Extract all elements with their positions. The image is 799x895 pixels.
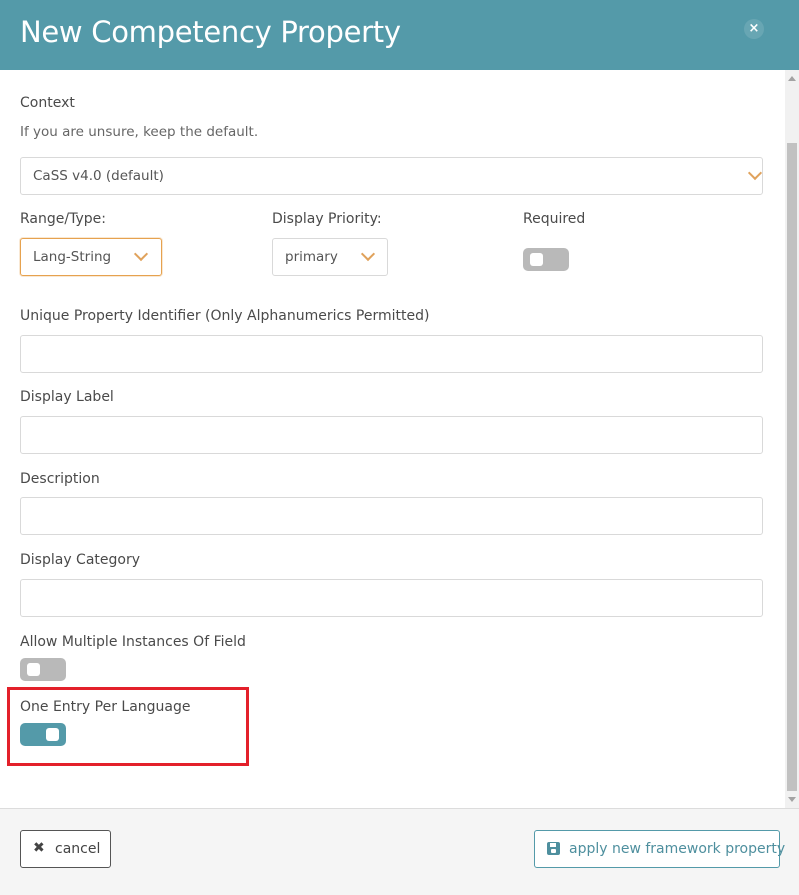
- display-category-input[interactable]: [20, 579, 763, 617]
- description-input[interactable]: [20, 497, 763, 535]
- toggle-knob: [27, 663, 40, 676]
- range-type-label: Range/Type:: [20, 211, 106, 227]
- display-priority-select-value: primary: [285, 249, 338, 265]
- unique-id-label: Unique Property Identifier (Only Alphanu…: [20, 308, 430, 324]
- apply-button-label: apply new framework property: [569, 841, 786, 857]
- save-icon: [547, 842, 560, 855]
- one-entry-per-language-label: One Entry Per Language: [20, 699, 191, 715]
- display-priority-select[interactable]: primary: [272, 238, 388, 276]
- apply-new-framework-property-button[interactable]: apply new framework property: [534, 830, 785, 868]
- display-label-label: Display Label: [20, 389, 114, 405]
- chevron-down-icon: [133, 246, 149, 262]
- dialog-header: New Competency Property ×: [0, 0, 799, 70]
- dialog-title: New Competency Property: [20, 15, 401, 49]
- cancel-button[interactable]: ✖ cancel: [20, 830, 111, 868]
- unique-id-input[interactable]: [20, 335, 763, 373]
- scroll-up-arrow-icon[interactable]: [788, 76, 796, 81]
- close-icon[interactable]: ×: [744, 19, 764, 39]
- toggle-knob: [530, 253, 543, 266]
- display-priority-label: Display Priority:: [272, 211, 382, 227]
- chevron-down-icon: [747, 165, 763, 181]
- scroll-down-arrow-icon[interactable]: [788, 797, 796, 802]
- dialog-footer: ✖ cancel apply new framework property: [0, 808, 799, 895]
- cancel-button-label: cancel: [55, 841, 101, 857]
- context-select[interactable]: CaSS v4.0 (default): [20, 157, 763, 195]
- context-select-value: CaSS v4.0 (default): [33, 168, 164, 184]
- allow-multiple-toggle[interactable]: [20, 658, 66, 681]
- context-label: Context: [20, 95, 75, 111]
- one-entry-per-language-toggle[interactable]: [20, 723, 66, 746]
- range-type-select[interactable]: Lang-String: [20, 238, 162, 276]
- display-category-label: Display Category: [20, 552, 141, 568]
- required-toggle[interactable]: [523, 248, 569, 271]
- display-label-input[interactable]: [20, 416, 763, 454]
- scrollbar-thumb[interactable]: [787, 143, 797, 791]
- description-label: Description: [20, 471, 100, 487]
- allow-multiple-label: Allow Multiple Instances Of Field: [20, 634, 246, 650]
- required-label: Required: [523, 211, 586, 227]
- x-icon: ✖: [33, 840, 45, 856]
- range-type-select-value: Lang-String: [33, 249, 112, 265]
- chevron-down-icon: [360, 246, 376, 262]
- context-help-text: If you are unsure, keep the default.: [20, 124, 259, 140]
- toggle-knob: [46, 728, 59, 741]
